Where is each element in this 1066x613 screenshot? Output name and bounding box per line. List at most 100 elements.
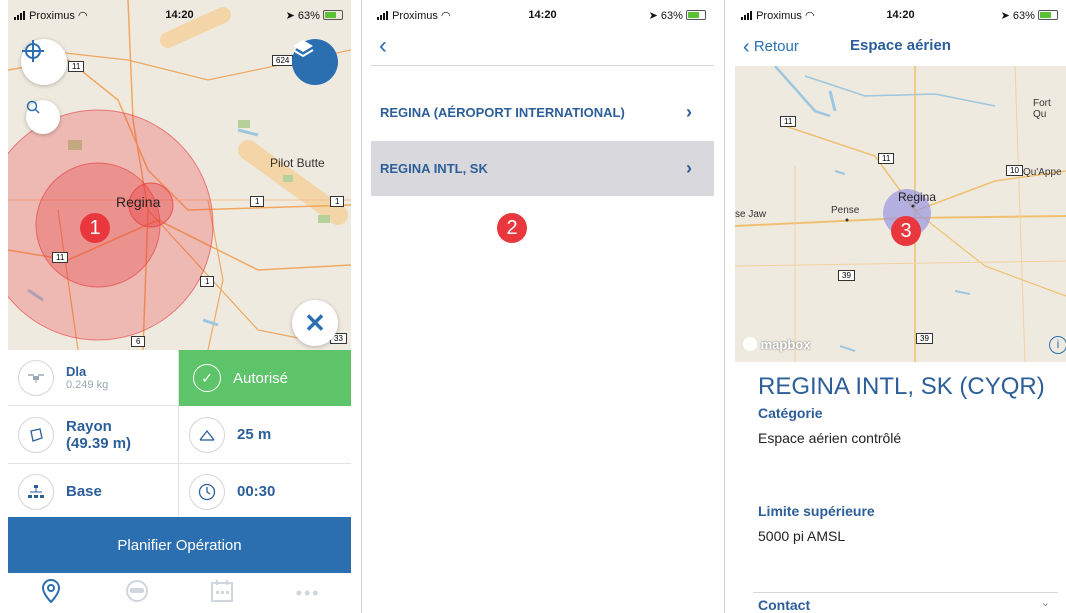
base-tile[interactable]: Base — [8, 464, 179, 520]
carrier-label: Proximus — [29, 10, 75, 22]
airspace-detail-screen: Proximus ◠ 14:20 ➤ 63% ‹ Retour Espace a… — [735, 0, 1066, 613]
upper-limit-value: 5000 pi AMSL — [758, 528, 846, 544]
planning-screen: Proximus ◠ 14:20 ➤ 63% Regina Pilot Butt… — [8, 0, 351, 613]
highway-shield: 39 — [838, 270, 855, 281]
status-bar: Proximus ◠ 14:20 ➤ 63% — [735, 0, 1066, 28]
tab-pilot[interactable] — [122, 579, 152, 608]
nav-bar: ‹ — [371, 28, 714, 66]
calendar-icon — [211, 579, 234, 602]
airport-list-screen: Proximus ◠ 14:20 ➤ 63% ‹ REGINA (AÉROPOR… — [371, 0, 714, 613]
clock: 14:20 — [165, 9, 194, 21]
battery-percent: 63% — [1012, 10, 1035, 22]
step-marker: 2 — [497, 213, 527, 243]
divider — [361, 0, 362, 613]
map-canvas — [735, 66, 1066, 362]
contact-label: Contact — [758, 597, 811, 613]
radius-label: Rayon — [66, 417, 112, 435]
battery-icon — [1038, 10, 1058, 20]
clock-icon — [189, 473, 225, 510]
search-button[interactable] — [26, 100, 60, 134]
highway-shield: 11 — [68, 61, 85, 72]
tab-calendar[interactable] — [207, 579, 237, 608]
status-bar: Proximus ◠ 14:20 ➤ 63% — [8, 0, 351, 28]
highway-shield: 39 — [916, 333, 933, 344]
map-view[interactable]: Regina Pilot Butte 11 11 1 1 1 6 33 624 … — [8, 0, 351, 350]
search-icon — [26, 100, 40, 114]
mapbox-logo[interactable]: mapbox — [743, 337, 810, 352]
authorization-label: Autorisé — [233, 369, 289, 387]
back-button[interactable]: ‹ — [379, 32, 387, 60]
pilot-icon — [125, 579, 148, 602]
location-arrow-icon: ➤ — [648, 10, 658, 22]
more-dots-icon: ••• — [295, 582, 321, 603]
plan-operation-button[interactable]: Planifier Opération — [8, 517, 351, 573]
chevron-down-icon: ⌄ — [1040, 597, 1050, 609]
map-label-town: Pense — [831, 205, 860, 216]
signal-icon — [741, 11, 752, 20]
location-arrow-icon: ➤ — [1000, 10, 1010, 22]
step-marker: 3 — [891, 216, 921, 246]
airspace-name: REGINA INTL, SK (CYQR) — [758, 373, 1045, 400]
map-label-town: Fort Qu — [1033, 98, 1051, 120]
divider — [724, 0, 725, 613]
drone-name: Dla — [66, 364, 87, 379]
duration-tile[interactable]: 00:30 — [179, 464, 351, 520]
info-icon[interactable]: i — [1049, 336, 1066, 354]
battery-icon — [323, 10, 343, 20]
list-item[interactable]: REGINA INTL, SK › — [371, 141, 714, 196]
locate-me-button[interactable] — [21, 39, 67, 85]
nav-bar: ‹ Retour Espace aérien — [735, 28, 1066, 66]
carrier-label: Proximus — [392, 10, 438, 22]
contact-section[interactable]: Contact ⌄ — [753, 592, 1058, 613]
highway-shield: 11 — [878, 153, 895, 164]
signal-icon — [377, 11, 388, 20]
category-label: Catégorie — [758, 405, 823, 421]
highway-shield: 1 — [330, 196, 345, 207]
chevron-right-icon: › — [686, 102, 692, 122]
close-icon: ✕ — [304, 308, 326, 338]
chevron-right-icon: › — [686, 158, 692, 178]
category-value: Espace aérien contrôlé — [758, 430, 902, 446]
tab-bar: ••• — [8, 573, 351, 613]
altitude-value: 25 m — [237, 426, 272, 443]
highway-shield: 11 — [780, 116, 797, 127]
hierarchy-icon — [18, 473, 54, 510]
carrier-label: Proximus — [756, 10, 802, 22]
polygon-icon — [18, 416, 54, 453]
chevron-left-icon: ‹ — [379, 32, 387, 59]
battery-percent: 63% — [660, 10, 683, 22]
tab-more[interactable]: ••• — [293, 583, 323, 604]
signal-icon — [14, 11, 25, 20]
list-item-label: REGINA (AÉROPORT INTERNATIONAL) — [380, 105, 625, 120]
altitude-icon — [189, 416, 225, 453]
authorization-status: ✓ Autorisé — [179, 350, 351, 406]
layers-button[interactable] — [292, 39, 338, 85]
map-label-town: Qu'Appe — [1023, 167, 1062, 178]
radius-tile[interactable]: Rayon (49.39 m) — [8, 406, 179, 464]
check-circle-icon: ✓ — [193, 364, 221, 392]
clock: 14:20 — [886, 9, 915, 21]
altitude-tile[interactable]: 25 m — [179, 406, 351, 464]
highway-shield: 1 — [200, 276, 215, 287]
mapbox-attribution: mapbox — [760, 337, 811, 352]
radius-value: (49.39 m) — [66, 434, 132, 452]
map-label-city: Regina — [898, 190, 937, 204]
battery-icon — [686, 10, 706, 20]
drone-tile[interactable]: Dla 0.249 kg — [8, 350, 179, 406]
list-item[interactable]: REGINA (AÉROPORT INTERNATIONAL) › — [371, 85, 714, 140]
highway-shield: 11 — [52, 252, 69, 263]
highway-shield: 10 — [1006, 165, 1023, 176]
airspace-map[interactable]: Regina Pense se Jaw Fort Qu Qu'Appe 11 1… — [735, 66, 1066, 362]
step-marker: 1 — [80, 213, 110, 243]
drone-icon — [18, 359, 54, 396]
drone-weight: 0.249 kg — [66, 379, 109, 391]
upper-limit-label: Limite supérieure — [758, 503, 875, 519]
duration-value: 00:30 — [237, 483, 276, 500]
highway-shield: 624 — [272, 55, 294, 66]
base-label: Base — [66, 483, 102, 500]
highway-shield: 6 — [131, 336, 146, 347]
wifi-icon: ◠ — [440, 10, 451, 22]
close-zone-button[interactable]: ✕ — [292, 300, 338, 346]
tab-map[interactable] — [36, 578, 66, 608]
map-label-landmark: Pilot Butte — [270, 156, 325, 170]
